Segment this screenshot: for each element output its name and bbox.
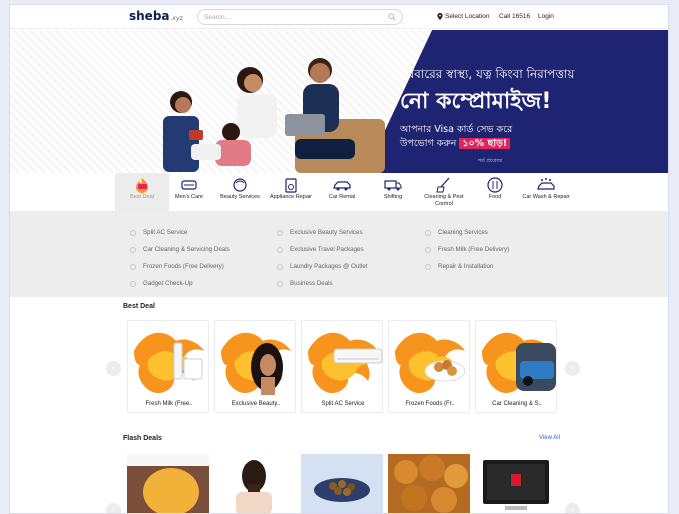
offer-icon bbox=[130, 229, 136, 236]
offer-link[interactable]: Laundry Packages @ Outlet bbox=[277, 263, 367, 270]
flash-deal-card[interactable] bbox=[127, 454, 209, 513]
sheba-logo[interactable]: sheba.xyz bbox=[129, 9, 183, 23]
car-wash-icon bbox=[537, 178, 555, 190]
offer-link[interactable]: Gadget Check-Up bbox=[130, 280, 193, 287]
page-frame: sheba.xyz Select Location Call 16516 Log… bbox=[9, 4, 669, 514]
best-deal-next-button[interactable]: › bbox=[565, 361, 580, 376]
offer-icon bbox=[277, 263, 283, 270]
chevron-left-icon: ‹ bbox=[112, 504, 115, 514]
call-link[interactable]: Call 16516 bbox=[499, 13, 530, 20]
offer-link[interactable]: Split AC Service bbox=[130, 229, 187, 236]
deal-card-label: Exclusive Beauty.. bbox=[231, 401, 281, 407]
hero-banner[interactable]: পরিবারের স্বাস্থ্য, যত্ন কিংবা নিরাপত্তা… bbox=[10, 30, 668, 173]
flash-deals-prev-button[interactable]: ‹ bbox=[106, 503, 121, 514]
offer-icon bbox=[425, 246, 431, 253]
discount-highlight: ১০% ছাড়! bbox=[459, 138, 511, 149]
beauty-icon bbox=[233, 178, 247, 192]
offer-icon bbox=[425, 263, 431, 270]
category-car-wash-repair[interactable]: Car Wash & Repair bbox=[519, 173, 573, 211]
facial-mask-image bbox=[127, 454, 209, 513]
banner-line-3: আপনার Visa কার্ড সেভ করে bbox=[400, 124, 513, 135]
offer-icon bbox=[130, 246, 136, 253]
computer-image bbox=[475, 454, 557, 513]
chevron-right-icon: › bbox=[571, 504, 574, 514]
offer-icon bbox=[277, 246, 283, 253]
search-input[interactable] bbox=[204, 11, 374, 23]
category-shifting[interactable]: Shifting bbox=[366, 173, 420, 211]
flash-deal-card[interactable] bbox=[214, 454, 296, 513]
frozen-food-image bbox=[395, 332, 466, 393]
appliance-icon bbox=[285, 178, 297, 193]
search-icon[interactable] bbox=[388, 13, 396, 21]
category-car-rental[interactable]: Car Rental bbox=[315, 173, 369, 211]
family-illustration bbox=[163, 58, 385, 173]
offers-panel: Split AC Service Exclusive Beauty Servic… bbox=[10, 211, 668, 297]
offer-link[interactable]: Cleaning Services bbox=[425, 229, 488, 236]
category-beauty-services[interactable]: Beauty Services bbox=[213, 173, 267, 211]
flash-deal-card[interactable] bbox=[475, 454, 557, 513]
offer-icon bbox=[425, 229, 431, 236]
offer-link[interactable]: Business Deals bbox=[277, 280, 333, 287]
offer-link[interactable]: Car Cleaning & Servicing Deals bbox=[130, 246, 230, 253]
top-header: sheba.xyz Select Location Call 16516 Log… bbox=[10, 5, 668, 29]
deal-card[interactable]: Split AC Service bbox=[301, 320, 383, 413]
offer-link[interactable]: Exclusive Beauty Services bbox=[277, 229, 363, 236]
cleaning-icon bbox=[436, 177, 450, 193]
category-appliance-repair[interactable]: Appliance Repair bbox=[264, 173, 318, 211]
best-deal-icon bbox=[136, 178, 148, 193]
car-icon bbox=[333, 181, 351, 191]
truck-icon bbox=[384, 180, 402, 191]
category-cleaning-pest-control[interactable]: Cleaning & Pest Control bbox=[417, 173, 471, 211]
fried-chicken-image bbox=[388, 454, 470, 513]
flash-deal-card[interactable] bbox=[301, 454, 383, 513]
car-cleaning-image bbox=[482, 332, 556, 393]
select-location-button[interactable]: Select Location bbox=[437, 13, 489, 20]
food-bowl-image bbox=[301, 454, 383, 513]
split-ac-image bbox=[308, 332, 383, 393]
offer-link[interactable]: Exclusive Travel Packages bbox=[277, 246, 364, 253]
chevron-left-icon: ‹ bbox=[112, 362, 115, 372]
offer-link[interactable]: Frozen Foods (Free Delivery) bbox=[130, 263, 224, 270]
flash-deal-card[interactable] bbox=[388, 454, 470, 513]
location-pin-icon bbox=[437, 13, 443, 20]
offer-link[interactable]: Repair & Installation bbox=[425, 263, 493, 270]
banner-headline: নো কম্প্রোমাইজ! bbox=[400, 89, 552, 114]
deal-card-label: Car Cleaning & S.. bbox=[492, 401, 542, 407]
offer-icon bbox=[277, 280, 283, 287]
best-deal-prev-button[interactable]: ‹ bbox=[106, 361, 121, 376]
banner-line-1: পরিবারের স্বাস্থ্য, যত্ন কিংবা নিরাপত্তা… bbox=[396, 67, 575, 81]
food-icon bbox=[487, 177, 503, 193]
deal-card[interactable]: Frozen Foods (Fr.. bbox=[388, 320, 470, 413]
login-link[interactable]: Login bbox=[538, 13, 554, 20]
mens-care-icon bbox=[181, 180, 197, 190]
beauty-model-image bbox=[221, 332, 291, 395]
select-location-label: Select Location bbox=[445, 13, 490, 20]
search-box[interactable] bbox=[197, 9, 403, 25]
category-mens-care[interactable]: Men's Care bbox=[162, 173, 216, 211]
banner-terms: শর্ত প্রযোজ্য bbox=[478, 158, 503, 164]
offer-icon bbox=[277, 229, 283, 236]
deal-card-label: Split AC Service bbox=[321, 401, 365, 407]
deal-card[interactable]: Car Cleaning & S.. bbox=[475, 320, 557, 413]
offer-icon bbox=[130, 263, 136, 270]
hair-treatment-image bbox=[214, 454, 296, 513]
fresh-milk-image bbox=[134, 332, 204, 393]
best-deal-title: Best Deal bbox=[123, 303, 155, 310]
deal-card[interactable]: Exclusive Beauty.. bbox=[214, 320, 296, 413]
banner-line-4: উপভোগ করুন ১০% ছাড়! bbox=[400, 137, 511, 152]
category-best-deal[interactable]: Best Deal bbox=[115, 173, 169, 211]
deal-card[interactable]: Fresh Milk (Free.. bbox=[127, 320, 209, 413]
deal-card-label: Fresh Milk (Free.. bbox=[145, 401, 193, 407]
category-bar: Best Deal Men's Care Beauty Services App… bbox=[10, 173, 668, 211]
flash-deals-title: Flash Deals bbox=[123, 435, 162, 442]
deal-card-label: Frozen Foods (Fr.. bbox=[405, 401, 455, 407]
category-food[interactable]: Food bbox=[468, 173, 522, 211]
offer-icon bbox=[130, 280, 136, 287]
offer-link[interactable]: Fresh Milk (Free Delivery) bbox=[425, 246, 509, 253]
flash-deals-next-button[interactable]: › bbox=[565, 503, 580, 514]
view-all-link[interactable]: View All bbox=[539, 435, 560, 441]
chevron-right-icon: › bbox=[571, 362, 574, 372]
